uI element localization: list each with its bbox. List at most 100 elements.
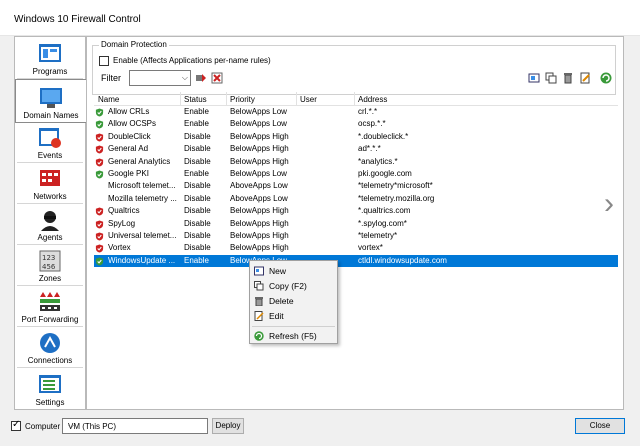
cell-address: *telemetry* [358,231,398,240]
table-row[interactable]: WindowsUpdate ...EnableBelowApps Lowctld… [94,254,618,268]
block-shield-icon [95,232,104,241]
table-row[interactable]: Vortex Disable BelowApps High vortex* [94,242,618,254]
cell-status: Enable [184,107,209,116]
checkmark-icon: ✓ [12,419,21,430]
programs-icon [39,44,61,62]
cell-address: ctldl.windowsupdate.com [358,255,447,265]
table-row[interactable]: Allow CRLs Enable BelowApps Low crl.*.* [94,106,618,118]
table-row[interactable]: Mozilla telemetry ... Disable AboveApps Lo… [94,193,618,205]
menu-item-refresh[interactable]: Refresh (F5) [250,329,337,343]
filter-combobox[interactable]: ⌵ [129,70,191,86]
bottom-bar: ✓ Computer VM (This PC) ⌵ Deploy Close [0,410,640,446]
table-row[interactable]: General Ad Disable BelowApps High ad*.*.* [94,143,618,155]
cell-priority: BelowApps High [230,231,289,240]
menu-item-delete[interactable]: Delete [250,294,337,308]
table-row[interactable]: SpyLog Disable BelowApps High *.spylog.com* [94,218,618,230]
filter-apply-icon[interactable] [195,72,207,84]
sidebar-item-connections[interactable]: Connections [17,328,83,368]
col-status[interactable]: Status [184,95,207,104]
cell-priority: BelowApps High [230,156,289,166]
sidebar-item-port-forwarding[interactable]: Port Forwarding [17,287,83,327]
cell-priority: BelowApps Low [230,107,287,116]
block-shield-icon [95,145,104,154]
table-row[interactable]: Universal telemet... Disable BelowApps Hig… [94,230,618,242]
menu-item-copy[interactable]: Copy (F2) [250,279,337,293]
svg-text:456: 456 [42,263,56,271]
sidebar-item-events[interactable]: Events [17,123,83,163]
enable-checkbox[interactable] [99,56,109,66]
edit-rule-icon[interactable] [579,72,591,84]
block-shield-icon [95,133,104,142]
cell-priority: BelowApps Low [230,119,287,129]
refresh-icon[interactable] [600,72,612,84]
col-user[interactable]: User [300,95,317,104]
cell-name: Universal telemet... [108,231,177,240]
chevron-right-icon[interactable]: › [604,187,614,221]
trash-icon[interactable] [562,72,574,84]
cell-priority: BelowApps High [230,218,289,228]
cell-status: Enable [184,169,209,178]
cell-name: WindowsUpdate ... [108,255,176,265]
table-row[interactable]: Qualtrics Disable BelowApps High *.qualtric… [94,205,618,217]
cell-priority: BelowApps Low [230,169,287,178]
zones-icon: 123456 [39,250,61,272]
main-panel: Domain Protection Enable (Affects Applic… [86,36,624,410]
domain-protection-group: Domain Protection Enable (Affects Applic… [92,40,616,95]
menu-item-new[interactable]: New [250,264,337,278]
computer-combobox[interactable]: VM (This PC) ⌵ [62,418,208,434]
networks-icon [40,170,60,186]
cell-status: Disable [184,144,211,154]
edit-icon [254,311,264,321]
chevron-down-icon: ⌵ [68,421,75,430]
block-shield-icon [95,158,104,167]
cell-address: crl.*.* [358,107,378,116]
cell-status: Enable [184,255,209,265]
sidebar-item-zones[interactable]: 123 456 Zones [17,246,83,286]
enable-label: Enable (Affects Applications per-name ru… [113,56,271,65]
sidebar-item-settings[interactable]: Settings [17,369,83,409]
deploy-button[interactable]: Deploy [212,418,244,434]
computer-checkbox[interactable]: ✓ [11,419,21,431]
cell-name: Mozilla telemetry ... [108,193,177,203]
cell-address: vortex* [358,243,383,253]
col-priority[interactable]: Priority [230,95,255,104]
copy-icon [254,281,264,291]
cell-priority: BelowApps High [230,131,289,141]
table-row[interactable]: Google PKI Enable BelowApps Low pki.google.… [94,168,618,180]
cell-name: Microsoft telemet... [108,181,176,191]
agents-icon [41,211,59,231]
cell-priority: AboveApps Low [230,181,288,191]
cell-name: General Ad [108,144,149,154]
trash-icon [255,297,263,306]
cell-status: Disable [184,156,211,166]
sidebar-item-programs[interactable]: Programs [17,39,83,79]
filter-clear-icon[interactable] [211,72,223,84]
table-row[interactable]: DoubleClick Disable BelowApps High *.double… [94,131,618,143]
menu-item-edit[interactable]: Edit [250,309,337,323]
sidebar-item-domain-names[interactable]: Domain Names [15,79,87,123]
allow-shield-icon [95,108,104,117]
settings-icon [39,375,61,393]
table-row[interactable]: Allow OCSPs Enable BelowApps Low ocsp.*.* [94,118,618,130]
sidebar-item-agents[interactable]: Agents [17,205,83,245]
cell-name: Allow CRLs [108,107,150,116]
new-rule-icon[interactable] [528,72,540,84]
cell-address: *telemetry*microsoft* [358,181,433,191]
cell-address: ocsp.*.* [358,119,386,129]
filter-label: Filter [101,73,121,83]
cell-status: Disable [184,181,211,191]
cell-priority: BelowApps High [230,243,289,253]
col-name[interactable]: Name [98,95,119,104]
table-row[interactable]: Microsoft telemet... Disable AboveApps Low… [94,180,618,192]
col-address[interactable]: Address [358,95,387,104]
cell-priority: BelowApps High [230,144,289,154]
copy-rule-icon[interactable] [545,72,557,84]
sidebar: Programs Domain Names Events Networks Ag… [14,36,87,410]
table-row[interactable]: General Analytics Disable BelowApps High *a… [94,156,618,168]
cell-status: Disable [184,206,211,216]
close-button[interactable]: Close [575,418,625,434]
computer-label: Computer [25,422,61,431]
connections-icon [40,333,60,353]
cell-name: Google PKI [108,169,149,178]
sidebar-item-networks[interactable]: Networks [17,164,83,204]
